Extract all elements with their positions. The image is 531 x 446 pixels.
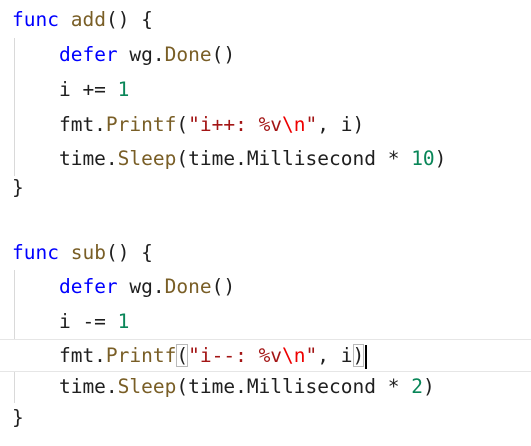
code-line[interactable]: i -= 1	[0, 305, 531, 338]
code-token: i +=	[12, 78, 118, 101]
code-line[interactable]: fmt.Printf("i++: %v\n", i)	[0, 108, 531, 141]
code-token: wg.	[117, 275, 165, 298]
matched-bracket: )	[352, 344, 365, 367]
code-line[interactable]: i += 1	[0, 73, 531, 106]
code-token: i -=	[12, 310, 118, 333]
code-token: "i++: %v	[188, 113, 283, 136]
code-token: add	[70, 8, 106, 31]
code-token: Sleep	[117, 147, 177, 170]
code-token: 10	[411, 147, 435, 170]
code-token: }	[12, 406, 24, 429]
code-token: Done	[164, 275, 212, 298]
code-token: fmt.	[12, 344, 106, 367]
code-token: "	[305, 344, 318, 367]
code-token: "i--: %v	[188, 344, 283, 367]
code-token: "	[305, 113, 318, 136]
code-line[interactable]: defer wg.Done()	[0, 270, 531, 303]
code-token: 1	[117, 78, 130, 101]
code-token: )	[434, 147, 447, 170]
code-token: Printf	[105, 113, 177, 136]
code-token: () {	[105, 241, 153, 264]
code-line[interactable]: }	[0, 171, 531, 204]
code-editor[interactable]: func add() { defer wg.Done() i += 1 fmt.…	[0, 0, 531, 446]
code-token: () {	[105, 8, 153, 31]
code-token: , i	[317, 344, 353, 367]
code-line[interactable]: defer wg.Done()	[0, 38, 531, 71]
code-token: 2	[411, 375, 423, 398]
code-token: time.	[12, 375, 118, 398]
code-token: time.	[12, 147, 118, 170]
code-token: sub	[70, 241, 106, 264]
code-token: )	[422, 375, 435, 398]
code-token: ()	[211, 43, 236, 66]
code-token: defer	[58, 43, 118, 66]
code-token: Done	[164, 43, 212, 66]
code-token: \n	[282, 113, 306, 136]
code-token: ()	[211, 275, 236, 298]
code-token: Printf	[105, 344, 177, 367]
code-token: (time.Millisecond *	[176, 375, 412, 398]
code-token: fmt.	[12, 113, 106, 136]
code-token: func	[12, 8, 59, 31]
code-token: wg.	[117, 43, 165, 66]
code-token: (	[176, 113, 189, 136]
code-token: Sleep	[117, 375, 177, 398]
code-line[interactable]: }	[0, 401, 531, 434]
code-token: 1	[117, 310, 130, 333]
text-cursor	[365, 344, 368, 369]
code-line[interactable]: time.Sleep(time.Millisecond * 2)	[0, 370, 531, 403]
matched-bracket: (	[176, 344, 189, 367]
code-token: func	[12, 241, 59, 264]
code-line[interactable]: func add() {	[0, 3, 531, 36]
code-token: defer	[58, 275, 118, 298]
code-line[interactable]: func sub() {	[0, 236, 531, 269]
code-token: \n	[282, 344, 306, 367]
code-token: , i)	[317, 113, 365, 136]
code-token: (time.Millisecond *	[176, 147, 412, 170]
code-token: }	[12, 176, 24, 199]
code-line[interactable]: fmt.Printf("i--: %v\n", i)	[0, 339, 531, 372]
code-line[interactable]	[0, 206, 531, 239]
